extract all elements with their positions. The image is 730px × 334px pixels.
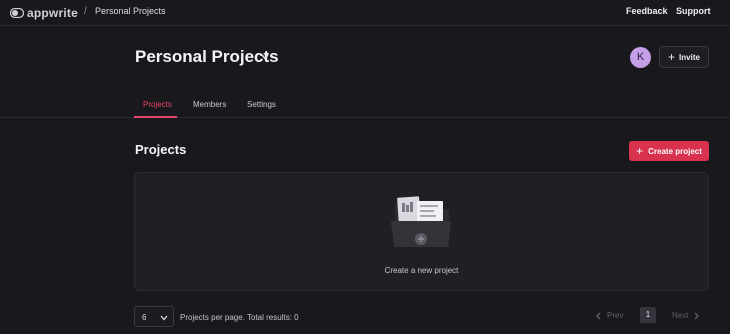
appwrite-logo-icon <box>10 8 24 18</box>
brand-name: appwrite <box>27 6 78 20</box>
chevron-down-icon[interactable] <box>261 54 269 60</box>
next-label: Next <box>672 311 689 320</box>
create-project-label: Create project <box>648 146 702 156</box>
chevron-down-icon <box>160 315 168 321</box>
next-page-button[interactable]: Next <box>672 311 700 320</box>
empty-state-label: Create a new project <box>384 266 459 275</box>
invite-button[interactable]: + Invite <box>659 46 709 68</box>
create-project-button[interactable]: + Create project <box>629 141 709 161</box>
chevron-left-icon <box>596 312 601 319</box>
results-summary: Projects per page. Total results: 0 <box>180 313 299 322</box>
support-link[interactable]: Support <box>676 6 711 16</box>
tab-settings[interactable]: Settings <box>247 100 276 109</box>
tab-projects[interactable]: Projects <box>143 100 172 109</box>
appwrite-logo[interactable]: appwrite <box>10 6 78 20</box>
avatar[interactable]: K <box>630 47 651 68</box>
page-number-button[interactable]: 1 <box>640 307 656 323</box>
prev-label: Prev <box>607 311 624 320</box>
prev-page-button[interactable]: Prev <box>596 311 623 320</box>
empty-folder-icon <box>391 196 451 247</box>
plus-icon: + <box>636 144 644 158</box>
feedback-link[interactable]: Feedback <box>626 6 668 16</box>
top-bar: appwrite / Personal Projects Feedback Su… <box>0 0 730 26</box>
section-title: Projects <box>135 142 187 157</box>
plus-icon: + <box>668 50 676 64</box>
breadcrumb-separator: / <box>84 6 87 17</box>
breadcrumb-current[interactable]: Personal Projects <box>95 6 166 16</box>
per-page-select[interactable]: 6 <box>134 306 174 327</box>
create-project-card[interactable]: Create a new project <box>134 172 709 291</box>
chevron-right-icon <box>694 312 700 319</box>
tab-members[interactable]: Members <box>193 100 226 109</box>
tab-bar: Projects Members Settings <box>0 92 730 118</box>
invite-label: Invite <box>679 52 700 62</box>
page-title[interactable]: Personal Projects <box>135 47 279 67</box>
per-page-value: 6 <box>142 313 147 322</box>
active-tab-indicator <box>134 116 177 118</box>
